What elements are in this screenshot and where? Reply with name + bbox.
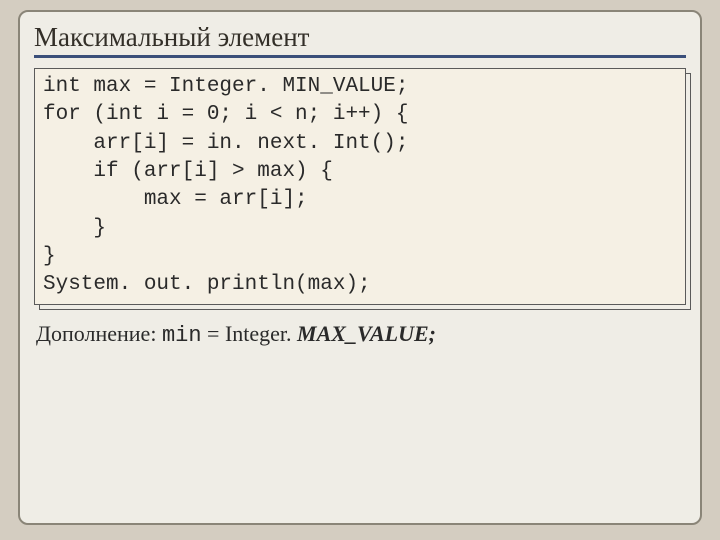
slide-container: Максимальный элемент int max = Integer. … — [18, 10, 702, 525]
code-block: int max = Integer. MIN_VALUE; for (int i… — [34, 68, 686, 305]
code-content: int max = Integer. MIN_VALUE; for (int i… — [34, 68, 686, 305]
supplement-label: Дополнение: — [36, 321, 156, 346]
supplement-bold: MAX_VALUE; — [297, 321, 436, 346]
supplement-line: Дополнение: min = Integer. MAX_VALUE; — [34, 315, 686, 348]
supplement-var: min — [162, 323, 202, 348]
supplement-eq: = Integer. — [202, 321, 298, 346]
slide-title: Максимальный элемент — [34, 22, 686, 58]
